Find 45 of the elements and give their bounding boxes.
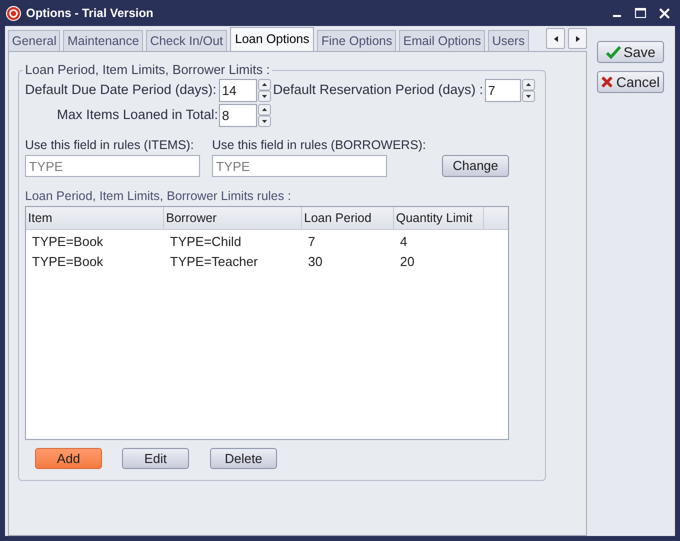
column-header[interactable]: Quantity Limit <box>394 207 484 229</box>
left-arrow-icon <box>554 36 558 42</box>
tab[interactable]: Email Options <box>399 30 486 51</box>
table-cell-text: 30 <box>307 253 324 272</box>
field-label: Default Due Date Period (days): <box>25 81 218 100</box>
tab[interactable]: Users <box>488 30 529 51</box>
table-cell-text: 4 <box>399 233 408 252</box>
table-cell-text: TYPE=Teacher <box>169 253 259 272</box>
tab[interactable]: Fine Options <box>317 30 396 51</box>
table-cell-text: 20 <box>399 253 416 272</box>
field-label: Use this field in rules (BORROWERS): <box>212 137 426 154</box>
rules-label: Loan Period, Item Limits, Borrower Limits rules : <box>25 188 292 205</box>
scroll-right-button[interactable] <box>568 28 587 49</box>
window-title: Options - Trial Version <box>26 5 154 22</box>
close-icon[interactable] <box>659 8 670 18</box>
column-header[interactable]: Borrower <box>164 207 302 229</box>
table-cell-text: TYPE=Book <box>31 253 104 272</box>
field-label: Max Items Loaned in Total: <box>56 106 219 124</box>
spinner-arrows-icon[interactable] <box>258 104 271 126</box>
x-mark-icon <box>601 76 614 88</box>
tab[interactable]: Loan Options <box>230 27 314 51</box>
delete-button[interactable]: Delete <box>210 448 277 469</box>
tab[interactable]: General <box>8 30 60 51</box>
edit-button[interactable]: Edit <box>122 448 189 469</box>
table-cell-text: 7 <box>307 233 316 252</box>
field-label: Default Reservation Period (days) : <box>273 81 484 100</box>
table-cell-text: TYPE=Child <box>169 233 242 252</box>
scroll-left-button[interactable] <box>546 28 566 49</box>
change-button[interactable]: Change <box>442 155 509 177</box>
cancel-button[interactable]: Cancel <box>597 71 664 93</box>
tab[interactable]: Check In/Out <box>146 30 228 51</box>
right-arrow-icon <box>576 36 580 42</box>
add-button[interactable]: Add <box>35 448 102 469</box>
check-icon <box>606 46 621 58</box>
field-label: Use this field in rules (ITEMS): <box>25 137 195 154</box>
spinner-arrows-icon[interactable] <box>258 79 271 102</box>
save-button[interactable]: Save <box>597 41 664 63</box>
group-legend: Loan Period, Item Limits, Borrower Limits : <box>23 62 272 78</box>
column-header[interactable]: Loan Period <box>302 207 394 229</box>
app-icon <box>6 6 21 20</box>
tab[interactable]: Maintenance <box>63 30 144 51</box>
table-cell-text: TYPE=Book <box>31 233 104 252</box>
maximize-icon[interactable] <box>635 8 646 18</box>
spinner-arrows-icon[interactable] <box>522 79 535 102</box>
column-header[interactable]: Item <box>26 207 164 229</box>
